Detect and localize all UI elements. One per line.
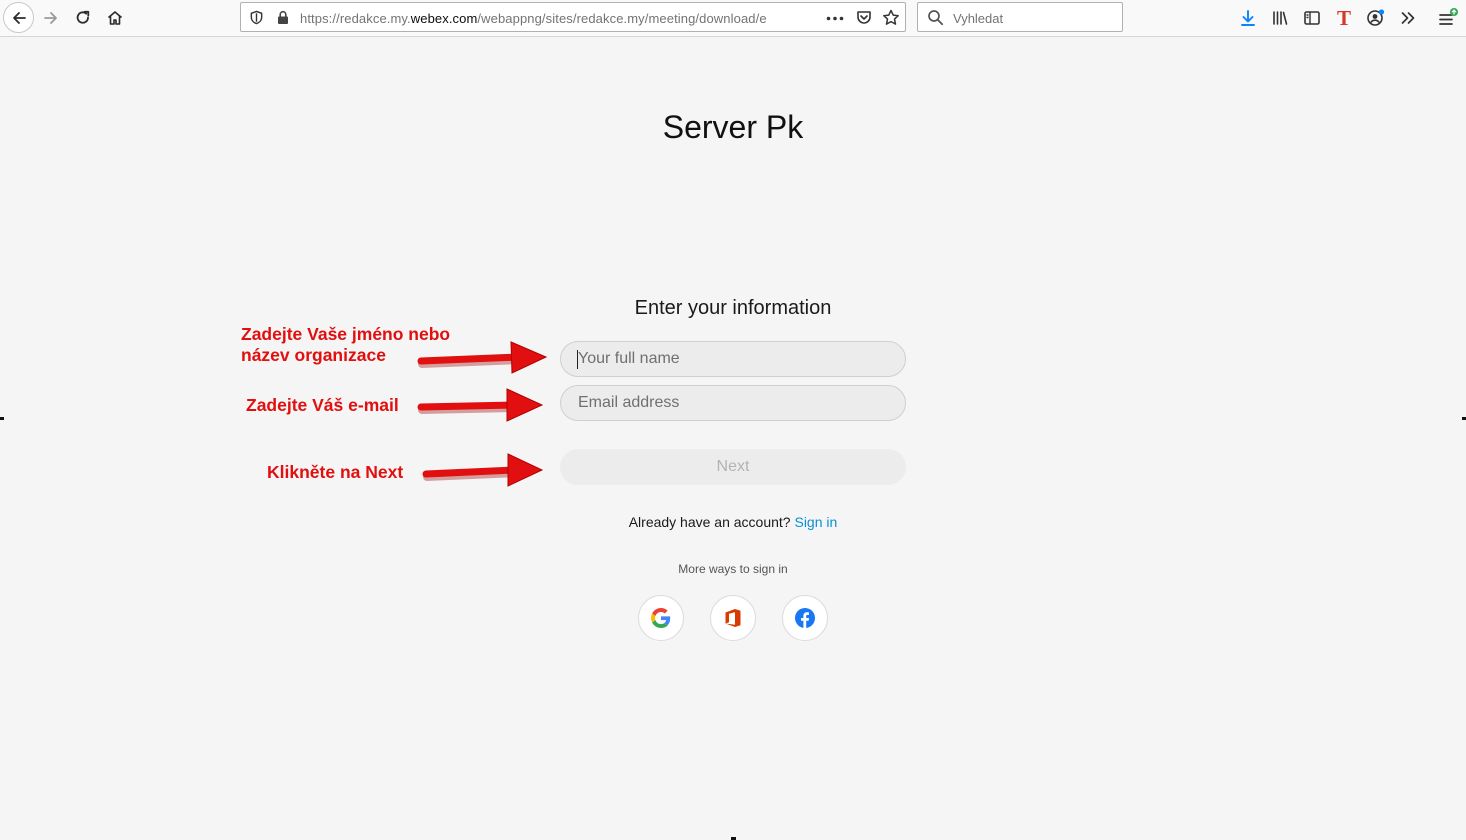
home-icon [107, 11, 123, 25]
account-button[interactable] [1362, 4, 1390, 32]
url-path: /webappng/sites/redakce.my/meeting/downl… [477, 11, 767, 26]
url-prefix: https://redakce.my. [300, 11, 411, 26]
extension-t-button[interactable]: T [1330, 4, 1358, 32]
email-input[interactable] [560, 385, 906, 421]
more-dots-icon[interactable] [826, 16, 844, 21]
back-button[interactable] [3, 2, 34, 33]
facebook-signin-button[interactable] [782, 595, 828, 641]
text-caret [577, 350, 578, 369]
forward-button[interactable] [37, 4, 65, 32]
download-icon [1241, 10, 1255, 26]
forward-arrow-icon [44, 12, 57, 24]
page-title: Server Pk [662, 109, 804, 145]
more-ways-label: More ways to sign in [678, 562, 788, 576]
facebook-icon [795, 608, 815, 628]
pocket-icon[interactable] [856, 10, 872, 25]
annotation-arrow-name [417, 341, 548, 374]
next-button[interactable]: Next [560, 449, 906, 485]
menu-icon [1439, 8, 1458, 25]
lock-icon[interactable] [276, 10, 290, 25]
annotation-next: Klikněte na Next [267, 462, 404, 482]
page-content: Server Pk Enter your information Next Al… [0, 37, 1466, 840]
reload-icon [76, 10, 90, 24]
sign-in-link[interactable]: Sign in [794, 514, 837, 530]
home-button[interactable] [101, 4, 129, 32]
overflow-chevrons-icon [1401, 12, 1415, 24]
full-name-input[interactable] [560, 341, 906, 377]
library-icon [1273, 11, 1288, 25]
account-prompt: Already have an account? [628, 514, 791, 530]
downloads-button[interactable] [1234, 4, 1262, 32]
library-button[interactable] [1266, 4, 1294, 32]
google-icon [651, 608, 671, 628]
bookmark-star-icon[interactable] [882, 9, 900, 26]
office-signin-button[interactable] [710, 595, 756, 641]
search-bar[interactable]: Vyhledat [917, 2, 1123, 32]
browser-toolbar: https://redakce.my.webex.com/webappng/si… [0, 0, 1466, 37]
search-icon [928, 10, 944, 26]
edge-mark-left [0, 417, 4, 420]
sidebar-icon [1304, 11, 1320, 25]
reload-button[interactable] [69, 4, 97, 32]
account-icon [1367, 9, 1385, 26]
address-bar[interactable]: https://redakce.my.webex.com/webappng/si… [240, 2, 906, 32]
form-heading: Enter your information [634, 297, 832, 319]
search-placeholder: Vyhledat [953, 11, 1004, 26]
annotation-email: Zadejte Váš e-mail [246, 395, 399, 415]
sidebar-button[interactable] [1298, 4, 1326, 32]
edge-mark-right [1462, 417, 1466, 420]
office-icon [725, 609, 741, 627]
menu-button[interactable] [1434, 4, 1462, 32]
url-domain: webex.com [410, 11, 478, 26]
url-text[interactable]: https://redakce.my.webex.com/webappng/si… [300, 11, 792, 26]
overflow-button[interactable] [1394, 4, 1422, 32]
google-signin-button[interactable] [638, 595, 684, 641]
account-prompt-line: Already have an account? Sign in [560, 514, 906, 530]
back-arrow-icon [12, 11, 26, 24]
shield-icon[interactable] [249, 10, 264, 25]
annotation-arrow-next [422, 453, 544, 487]
annotation-arrow-email [417, 388, 544, 422]
